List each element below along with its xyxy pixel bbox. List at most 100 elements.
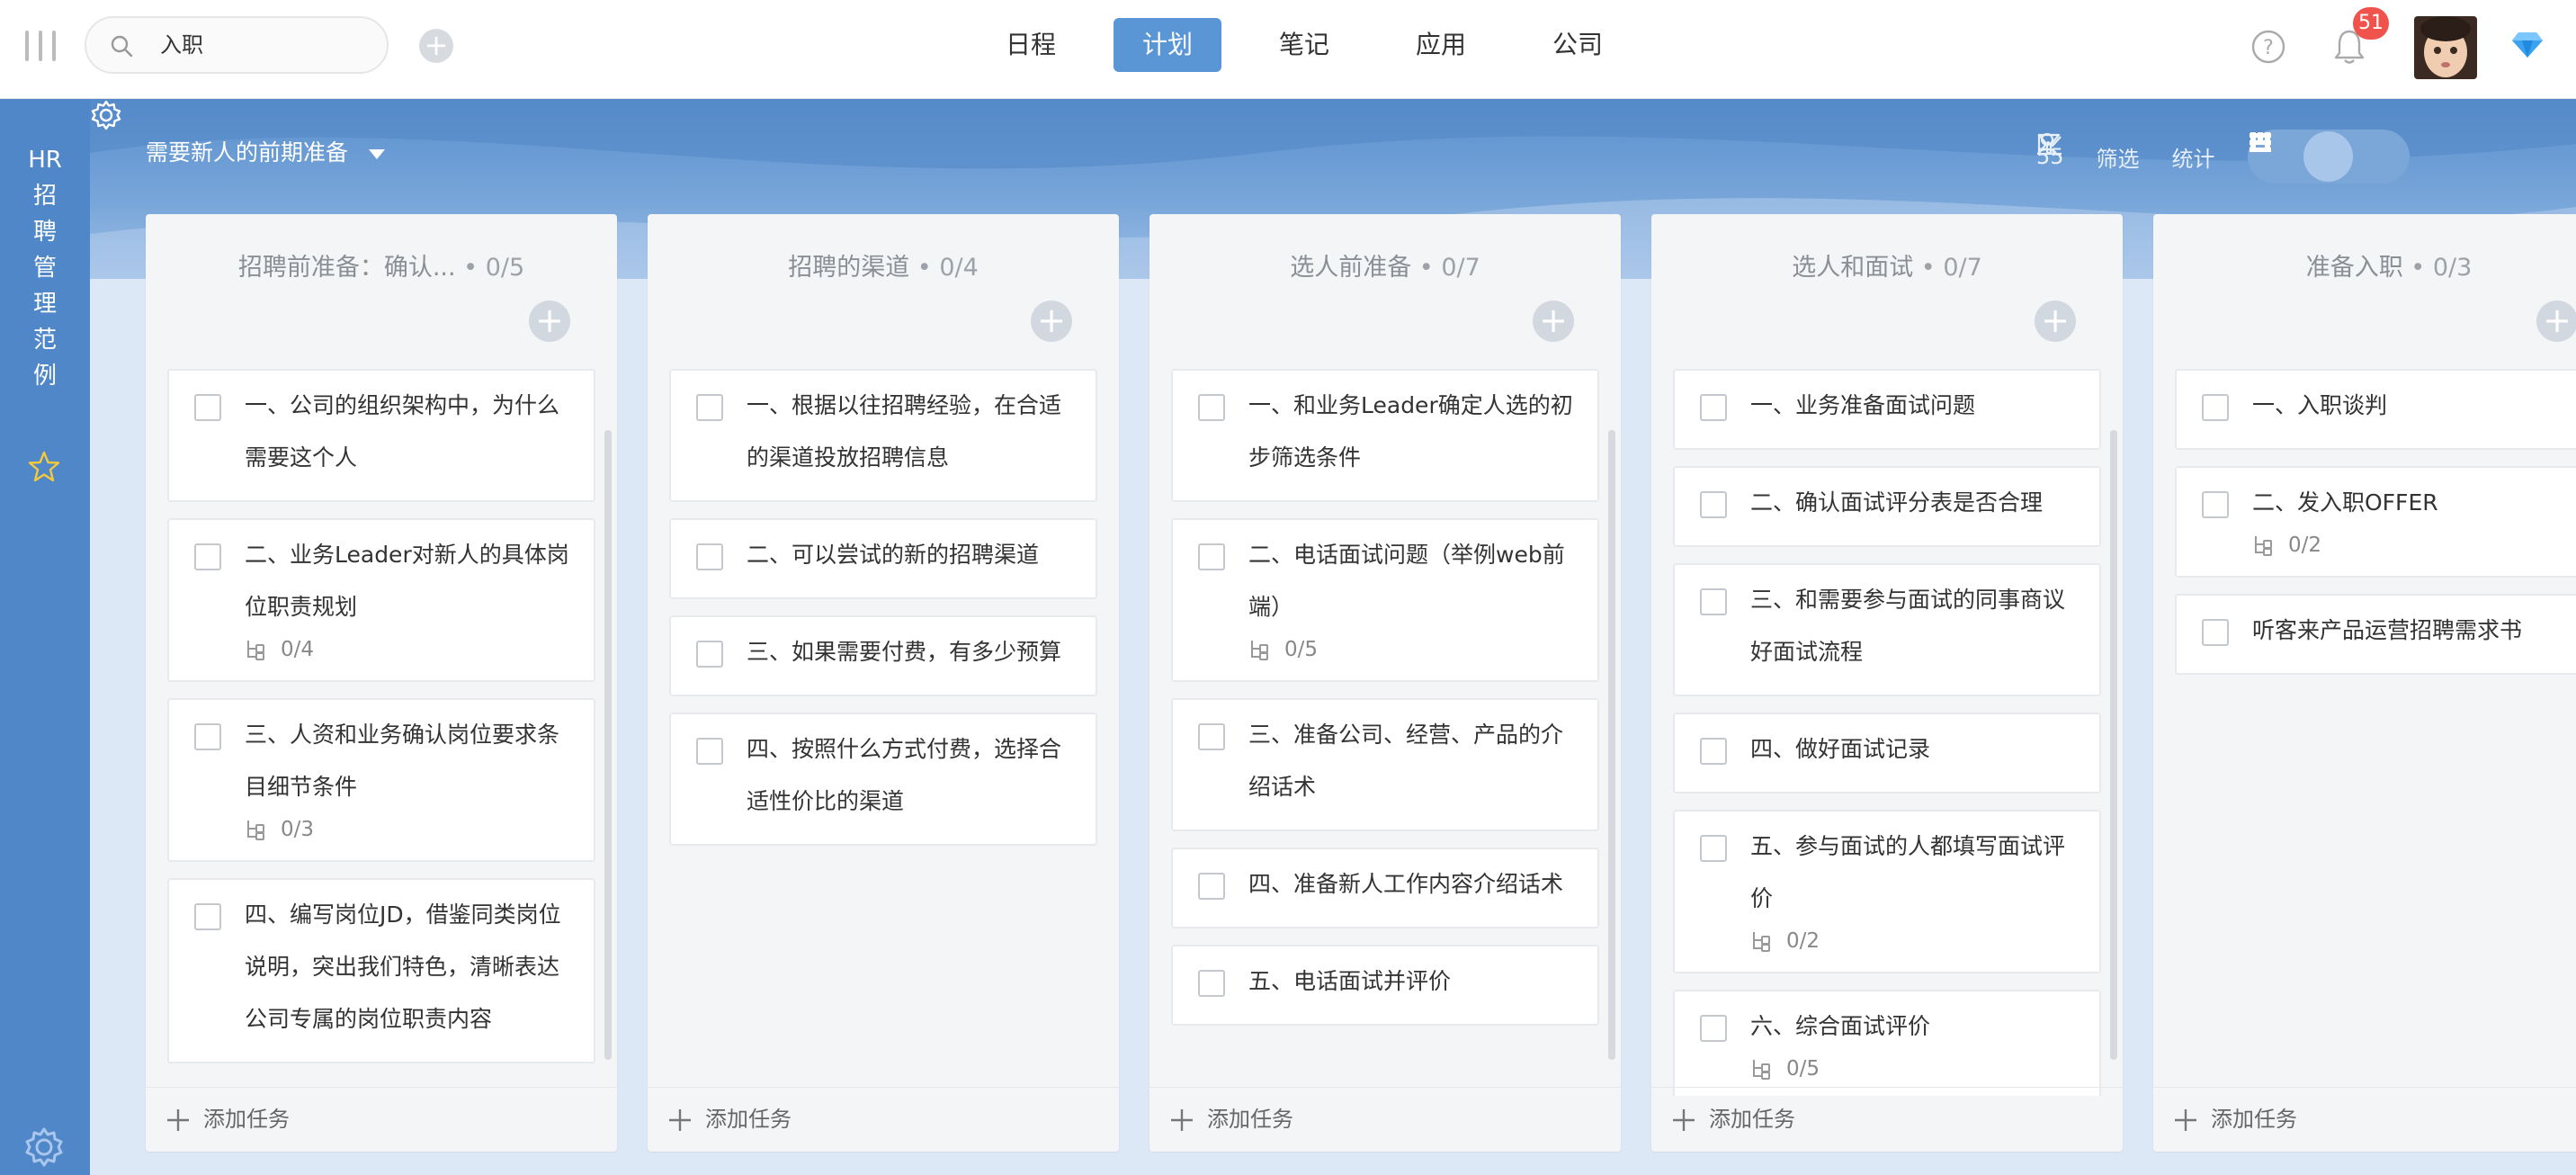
task-checkbox[interactable] [1700, 1015, 1727, 1042]
task-card[interactable]: 二、发入职OFFER 0/2 [2175, 466, 2576, 578]
task-checkbox[interactable] [1700, 738, 1727, 765]
avatar[interactable] [2414, 16, 2477, 79]
subtask-progress: 0/5 [1750, 1054, 2078, 1083]
task-checkbox[interactable] [194, 394, 221, 421]
task-card[interactable]: 听客来产品运营招聘需求书 [2175, 594, 2576, 675]
task-checkbox[interactable] [1198, 970, 1225, 997]
subtask-progress: 0/3 [245, 815, 572, 844]
task-checkbox[interactable] [1198, 873, 1225, 900]
task-card[interactable]: 二、确认面试评分表是否合理 [1673, 466, 2101, 547]
nav-tab-3[interactable]: 应用 [1387, 18, 1495, 72]
stats-button[interactable]: 统计 [2037, 134, 2215, 173]
menu-icon[interactable] [25, 31, 56, 61]
main-nav: 日程 计划 笔记 应用 公司 [977, 18, 1660, 72]
add-task-button[interactable]: 添加任务 [648, 1087, 1119, 1152]
settings-gear-icon[interactable] [23, 1126, 65, 1168]
column-scrollbar[interactable] [604, 430, 612, 1060]
task-title: 一、根据以往招聘经验，在合适的渠道投放招聘信息 [747, 392, 1062, 471]
task-card[interactable]: 二、业务Leader对新人的具体岗位职责规划 0/4 [167, 518, 595, 682]
task-card[interactable]: 一、业务准备面试问题 [1673, 369, 2101, 450]
task-checkbox[interactable] [194, 543, 221, 570]
task-card[interactable]: 四、按照什么方式付费，选择合适性价比的渠道 [669, 713, 1097, 846]
filter-label: 筛选 [2096, 146, 2140, 172]
task-title: 四、做好面试记录 [1750, 736, 1931, 762]
plus-icon [669, 1109, 691, 1131]
kanban-column: 招聘的渠道 • 0/4 + 一、根据以往招聘经验，在合适的渠道投放招聘信息 二、可以尝… [648, 214, 1119, 1152]
project-title[interactable]: HR招聘管理范例 [25, 142, 65, 394]
column-add-button[interactable]: + [529, 300, 570, 342]
help-icon[interactable]: ? [2250, 29, 2286, 65]
task-card[interactable]: 六、综合面试评价 0/5 [1673, 990, 2101, 1096]
task-card[interactable]: 四、准备新人工作内容介绍话术 [1171, 848, 1599, 928]
add-button[interactable]: + [419, 29, 453, 63]
task-title: 一、业务准备面试问题 [1750, 392, 1976, 418]
add-task-label: 添加任务 [203, 1107, 290, 1132]
task-card[interactable]: 三、如果需要付费，有多少预算 [669, 615, 1097, 696]
task-checkbox[interactable] [2202, 394, 2229, 421]
task-checkbox[interactable] [1198, 394, 1225, 421]
board-title[interactable]: 需要新人的前期准备 [146, 137, 348, 169]
column-add-button[interactable]: + [2536, 300, 2576, 342]
subtask-count: 0/2 [2288, 534, 2322, 557]
diamond-icon[interactable] [2511, 31, 2544, 59]
task-card[interactable]: 三、准备公司、经营、产品的介绍话术 [1171, 698, 1599, 831]
kanban-column: 选人前准备 • 0/7 + 一、和业务Leader确定人选的初步筛选条件 二、电话面试… [1149, 214, 1621, 1152]
nav-tab-1[interactable]: 计划 [1114, 18, 1221, 72]
column-scrollbar[interactable] [2110, 430, 2117, 1060]
view-list-button[interactable] [2252, 131, 2402, 182]
task-checkbox[interactable] [194, 903, 221, 930]
column-scrollbar[interactable] [1608, 430, 1615, 1060]
task-checkbox[interactable] [696, 394, 723, 421]
filter-button[interactable]: 筛选 [2037, 133, 2140, 173]
task-card[interactable]: 四、编写岗位JD，借鉴同类岗位说明，突出我们特色，清晰表达公司专属的岗位职责内容 [167, 878, 595, 1063]
task-checkbox[interactable] [2202, 619, 2229, 646]
task-card[interactable]: 四、做好面试记录 [1673, 713, 2101, 794]
search-input[interactable]: 入职 [160, 31, 203, 59]
task-checkbox[interactable] [2202, 491, 2229, 518]
task-checkbox[interactable] [696, 738, 723, 765]
caret-down-icon[interactable] [369, 149, 385, 159]
column-add-button[interactable]: + [2035, 300, 2076, 342]
task-checkbox[interactable] [1700, 394, 1727, 421]
column-add-button[interactable]: + [1031, 300, 1072, 342]
task-checkbox[interactable] [1198, 723, 1225, 750]
nav-tab-2[interactable]: 笔记 [1250, 18, 1358, 72]
add-task-button[interactable]: 添加任务 [146, 1087, 617, 1152]
task-card[interactable]: 三、人资和业务确认岗位要求条目细节条件 0/3 [167, 698, 595, 862]
add-task-button[interactable]: 添加任务 [2153, 1087, 2576, 1152]
subtask-count: 0/5 [1284, 638, 1319, 661]
task-checkbox[interactable] [1700, 491, 1727, 518]
column-header[interactable]: 准备入职 • 0/3 [2153, 214, 2576, 318]
column-dot: • [1411, 254, 1442, 282]
task-card[interactable]: 二、电话面试问题（举例web前端） 0/5 [1171, 518, 1599, 682]
task-card[interactable]: 一、公司的组织架构中，为什么需要这个人 [167, 369, 595, 502]
task-title: 三、如果需要付费，有多少预算 [747, 639, 1062, 665]
add-task-button[interactable]: 添加任务 [1651, 1087, 2123, 1152]
view-kanban-button[interactable] [2250, 131, 2353, 182]
task-title: 四、按照什么方式付费，选择合适性价比的渠道 [747, 736, 1062, 814]
task-checkbox[interactable] [194, 723, 221, 750]
task-card[interactable]: 二、可以尝试的新的招聘渠道 [669, 518, 1097, 599]
nav-tab-4[interactable]: 公司 [1524, 18, 1632, 72]
task-card[interactable]: 五、电话面试并评价 [1171, 945, 1599, 1026]
add-task-button[interactable]: 添加任务 [1149, 1087, 1621, 1152]
column-add-button[interactable]: + [1533, 300, 1574, 342]
board-settings-gear-icon[interactable] [90, 99, 122, 131]
task-card[interactable]: 一、入职谈判 [2175, 369, 2576, 450]
task-card[interactable]: 三、和需要参与面试的同事商议好面试流程 [1673, 563, 2101, 696]
search-box[interactable]: 入职 [85, 16, 389, 74]
task-checkbox[interactable] [696, 543, 723, 570]
task-card[interactable]: 五、参与面试的人都填写面试评价 0/2 [1673, 810, 2101, 973]
task-checkbox[interactable] [1700, 588, 1727, 615]
task-checkbox[interactable] [1700, 835, 1727, 862]
task-checkbox[interactable] [696, 641, 723, 668]
task-card[interactable]: 一、和业务Leader确定人选的初步筛选条件 [1171, 369, 1599, 502]
task-title: 三、准备公司、经营、产品的介绍话术 [1248, 722, 1564, 800]
nav-tab-0[interactable]: 日程 [977, 18, 1085, 72]
star-icon[interactable] [27, 450, 61, 484]
task-title: 三、和需要参与面试的同事商议好面试流程 [1750, 587, 2066, 665]
task-checkbox[interactable] [1198, 543, 1225, 570]
plus-icon [167, 1109, 189, 1131]
column-count: 0/4 [939, 254, 979, 282]
task-card[interactable]: 一、根据以往招聘经验，在合适的渠道投放招聘信息 [669, 369, 1097, 502]
